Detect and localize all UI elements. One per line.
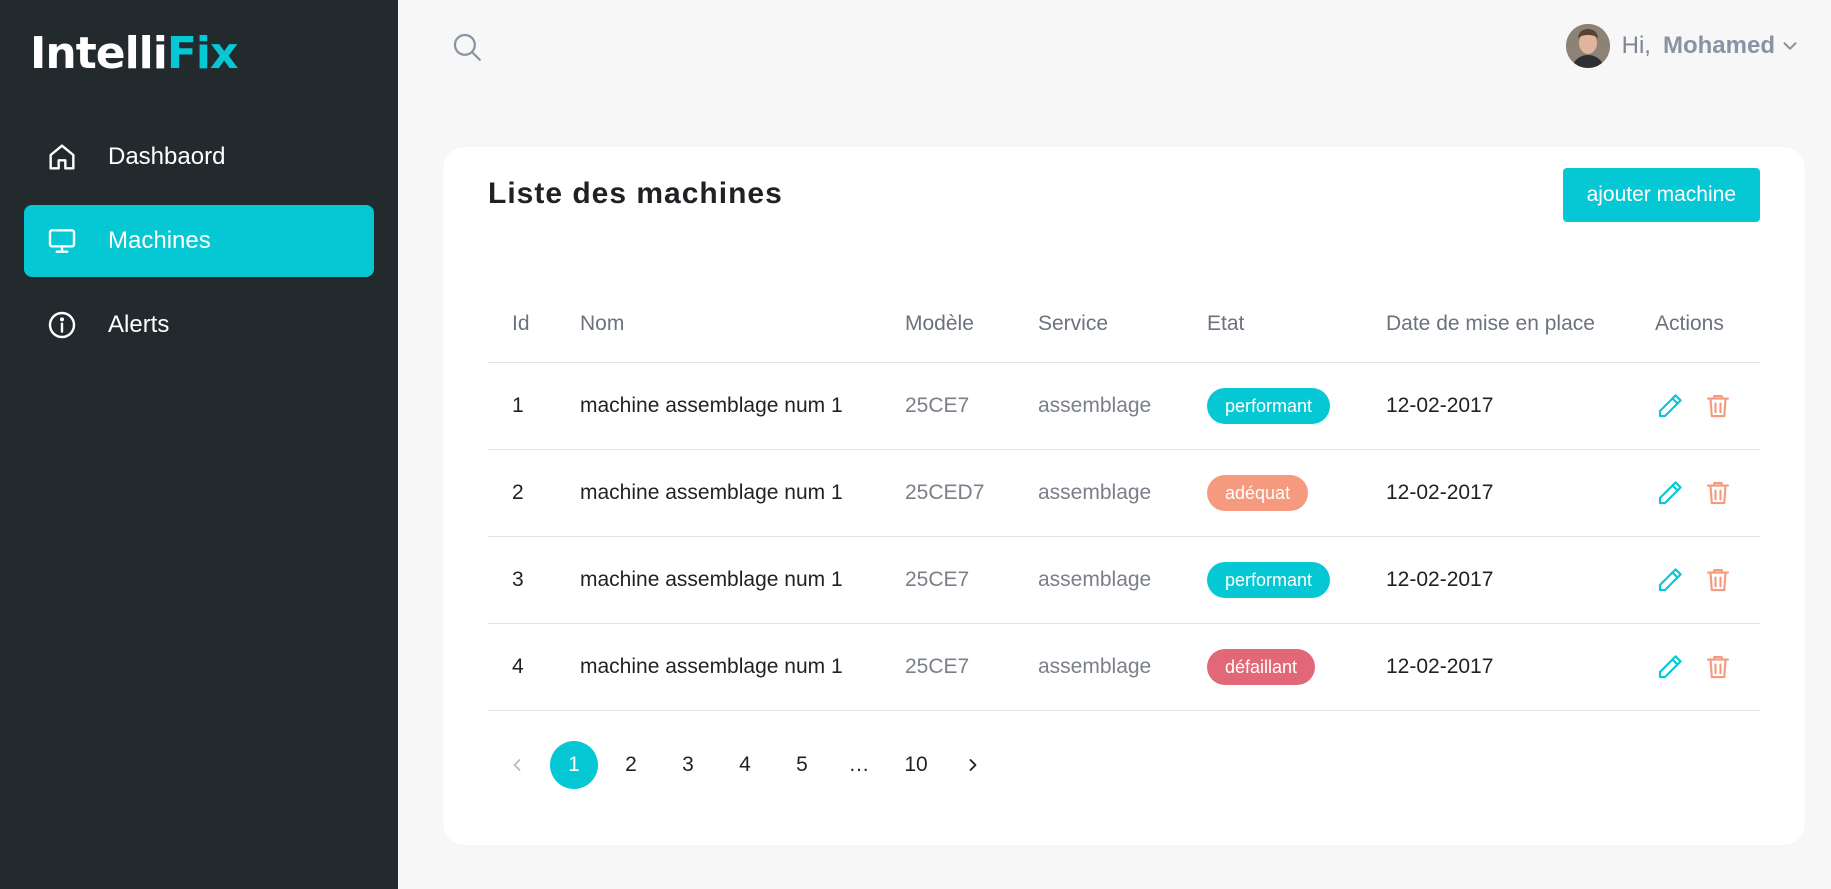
sidebar-item-machines[interactable]: Machines — [24, 205, 374, 277]
user-menu[interactable]: Hi, Mohamed — [1565, 24, 1801, 68]
column-header-etat[interactable]: Etat — [1183, 287, 1362, 363]
pagination-ellipsis: … — [848, 753, 870, 776]
status-badge: performant — [1207, 561, 1331, 598]
trash-icon[interactable] — [1703, 478, 1733, 508]
cell-service: assemblage — [1014, 449, 1183, 537]
table-row[interactable]: 2 machine assemblage num 1 25CED7 assemblag… — [488, 449, 1760, 537]
cell-etat: adéquat — [1183, 449, 1362, 537]
cell-nom: machine assemblage num 1 — [556, 362, 881, 450]
table-row[interactable]: 4 machine assemblage num 1 25CE7 assemblage… — [488, 623, 1760, 711]
cell-date: 12-02-2017 — [1362, 623, 1631, 711]
column-header-date[interactable]: Date de mise en place — [1362, 287, 1631, 363]
pagination-page-1[interactable]: 1 — [550, 741, 598, 789]
cell-etat: performant — [1183, 362, 1362, 450]
cell-id: 4 — [488, 623, 556, 711]
cell-id: 2 — [488, 449, 556, 537]
cell-date: 12-02-2017 — [1362, 362, 1631, 450]
cell-etat: performant — [1183, 536, 1362, 624]
brand-logo-part1: Intelli — [30, 28, 168, 79]
sidebar-item-label: Machines — [108, 227, 211, 254]
pagination-page-5[interactable]: 5 — [778, 741, 826, 789]
cell-service: assemblage — [1014, 623, 1183, 711]
monitor-icon — [46, 225, 78, 257]
cell-nom: machine assemblage num 1 — [556, 536, 881, 624]
home-icon — [46, 141, 78, 173]
column-header-id[interactable]: Id — [488, 287, 556, 363]
avatar — [1565, 24, 1610, 68]
column-header-actions: Actions — [1631, 287, 1760, 363]
machines-table: Id Nom Modèle Service Etat Date de mise … — [488, 287, 1760, 711]
table-row[interactable]: 1 machine assemblage num 1 25CE7 assemblage… — [488, 362, 1760, 450]
status-badge: adéquat — [1207, 474, 1309, 511]
search-icon[interactable] — [450, 30, 484, 64]
sidebar-item-label: Dashbaord — [108, 143, 226, 170]
cell-id: 1 — [488, 362, 556, 450]
chevron-right-icon — [969, 759, 977, 771]
cell-modele: 25CE7 — [881, 623, 1014, 711]
pagination-page-4[interactable]: 4 — [721, 741, 769, 789]
column-header-nom[interactable]: Nom — [556, 287, 881, 363]
cell-actions — [1631, 623, 1760, 711]
trash-icon[interactable] — [1703, 391, 1733, 421]
status-badge: performant — [1207, 387, 1331, 424]
pagination-page-3[interactable]: 3 — [664, 741, 712, 789]
info-icon — [46, 309, 78, 341]
cell-date: 12-02-2017 — [1362, 449, 1631, 537]
cell-actions — [1631, 536, 1760, 624]
cell-id: 3 — [488, 536, 556, 624]
sidebar-item-dashboard[interactable]: Dashbaord — [24, 121, 374, 193]
greeting: Hi, — [1621, 32, 1651, 59]
chevron-down-icon — [1783, 42, 1797, 50]
table-header-row: Id Nom Modèle Service Etat Date de mise … — [488, 287, 1760, 363]
user-name: Mohamed — [1662, 32, 1775, 59]
cell-etat: défaillant — [1183, 623, 1362, 711]
sidebar: IntelliFix Dashbaord Machines Alerts — [0, 0, 398, 889]
pagination: 1 2 3 4 5 … 10 — [493, 741, 1006, 789]
machines-card: Liste des machines ajouter machine Id No… — [443, 147, 1805, 845]
sidebar-item-alerts[interactable]: Alerts — [24, 289, 374, 361]
cell-service: assemblage — [1014, 536, 1183, 624]
chevron-left-icon — [513, 759, 521, 771]
edit-icon[interactable] — [1655, 652, 1685, 682]
status-badge: défaillant — [1207, 648, 1316, 685]
cell-nom: machine assemblage num 1 — [556, 623, 881, 711]
cell-date: 12-02-2017 — [1362, 536, 1631, 624]
cell-modele: 25CE7 — [881, 362, 1014, 450]
page-title: Liste des machines — [488, 177, 783, 210]
cell-service: assemblage — [1014, 362, 1183, 450]
trash-icon[interactable] — [1703, 565, 1733, 595]
edit-icon[interactable] — [1655, 391, 1685, 421]
trash-icon[interactable] — [1703, 652, 1733, 682]
column-header-modele[interactable]: Modèle — [881, 287, 1014, 363]
sidebar-item-label: Alerts — [108, 311, 170, 338]
pagination-page-2[interactable]: 2 — [607, 741, 655, 789]
edit-icon[interactable] — [1655, 565, 1685, 595]
edit-icon[interactable] — [1655, 478, 1685, 508]
pagination-page-10[interactable]: 10 — [892, 741, 940, 789]
column-header-service[interactable]: Service — [1014, 287, 1183, 363]
pagination-prev-button[interactable] — [493, 741, 541, 789]
cell-nom: machine assemblage num 1 — [556, 449, 881, 537]
cell-actions — [1631, 362, 1760, 450]
pagination-next-button[interactable] — [949, 741, 997, 789]
cell-actions — [1631, 449, 1760, 537]
cell-modele: 25CED7 — [881, 449, 1014, 537]
brand-logo-part2: Fix — [166, 28, 239, 79]
add-machine-button[interactable]: ajouter machine — [1562, 168, 1760, 222]
cell-modele: 25CE7 — [881, 536, 1014, 624]
brand-logo[interactable]: IntelliFix — [30, 28, 239, 79]
table-row[interactable]: 3 machine assemblage num 1 25CE7 assemblage… — [488, 536, 1760, 624]
